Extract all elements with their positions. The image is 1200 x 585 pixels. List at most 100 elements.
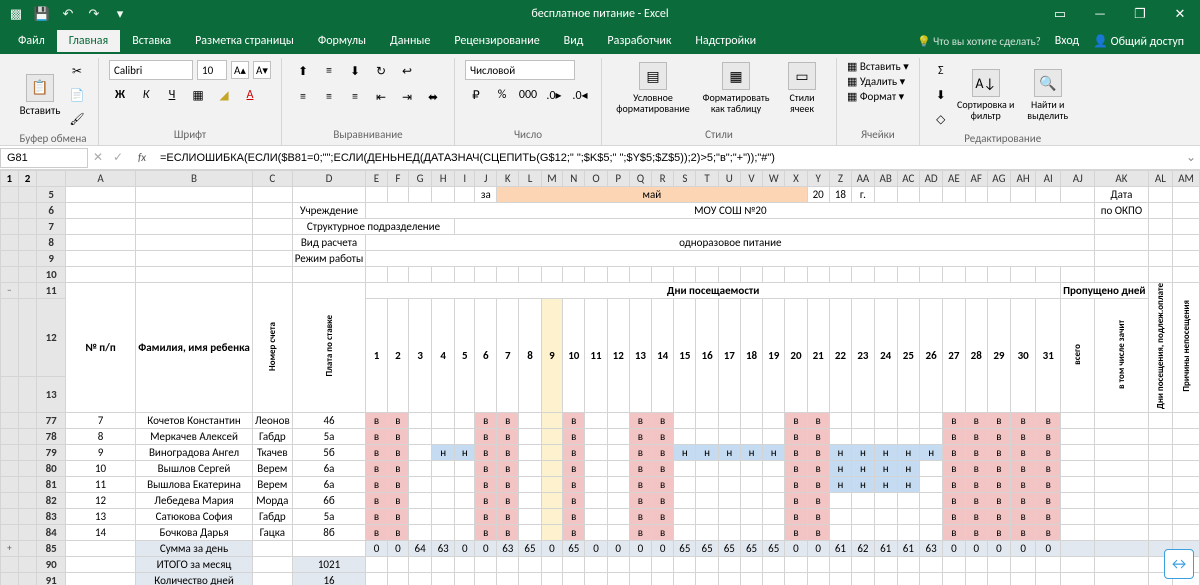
cell[interactable]: в: [1036, 493, 1061, 509]
cell[interactable]: 10: [65, 461, 135, 477]
cell[interactable]: 0: [1010, 541, 1035, 557]
cell[interactable]: [1148, 219, 1173, 235]
row-header[interactable]: 9: [37, 251, 65, 267]
cell[interactable]: [455, 509, 475, 525]
cell[interactable]: в: [1036, 461, 1061, 477]
cell[interactable]: в: [497, 477, 519, 493]
outline-toggle[interactable]: [1, 219, 19, 235]
cell[interactable]: [740, 509, 762, 525]
cell[interactable]: [1173, 251, 1200, 267]
col-header[interactable]: AB: [874, 171, 897, 187]
col-header[interactable]: B: [136, 171, 253, 187]
cancel-fx-icon[interactable]: ✕: [88, 150, 108, 165]
cell[interactable]: [497, 267, 519, 283]
outline-toggle[interactable]: [1, 235, 19, 251]
row-header[interactable]: 78: [37, 429, 65, 445]
redo-icon[interactable]: ↷: [84, 4, 104, 24]
italic-button[interactable]: К: [135, 84, 157, 106]
cell[interactable]: в: [475, 461, 497, 477]
cell[interactable]: [1148, 267, 1173, 283]
cell[interactable]: [1010, 267, 1035, 283]
cell[interactable]: [674, 573, 696, 585]
cell[interactable]: [674, 493, 696, 509]
cell[interactable]: [1173, 445, 1200, 461]
cell[interactable]: [965, 557, 987, 573]
cell[interactable]: 65: [718, 541, 740, 557]
cell[interactable]: [1148, 509, 1173, 525]
cell[interactable]: [541, 493, 563, 509]
cell[interactable]: [652, 573, 674, 585]
outline-toggle[interactable]: −: [1, 283, 19, 299]
cell[interactable]: в: [366, 477, 387, 493]
cell[interactable]: в: [785, 493, 807, 509]
cell[interactable]: в: [965, 525, 987, 541]
cell[interactable]: в: [965, 493, 987, 509]
cell[interactable]: [1061, 477, 1095, 493]
wrap-icon[interactable]: ↩: [396, 60, 418, 82]
row-header[interactable]: 84: [37, 525, 65, 541]
cell[interactable]: в: [965, 509, 987, 525]
cell[interactable]: в: [1010, 429, 1035, 445]
cell[interactable]: [1095, 461, 1148, 477]
col-header[interactable]: AE: [943, 171, 965, 187]
row-header[interactable]: 80: [37, 461, 65, 477]
align-left-icon[interactable]: ≡: [292, 86, 314, 108]
cell[interactable]: н: [432, 445, 455, 461]
number-format[interactable]: Числовой: [465, 60, 575, 80]
cell[interactable]: Морда: [252, 493, 292, 509]
cell[interactable]: в: [1010, 461, 1035, 477]
cell[interactable]: в: [387, 429, 408, 445]
cell[interactable]: Дата: [1095, 187, 1148, 203]
cell[interactable]: [409, 477, 432, 493]
cell[interactable]: [674, 509, 696, 525]
cell[interactable]: в: [1010, 445, 1035, 461]
cell[interactable]: в: [1036, 413, 1061, 429]
cell[interactable]: [696, 429, 718, 445]
teamviewer-icon[interactable]: ↔: [1164, 549, 1194, 579]
cell[interactable]: 6а: [292, 461, 366, 477]
cell[interactable]: [1148, 477, 1173, 493]
row-header[interactable]: 81: [37, 477, 65, 493]
align-right-icon[interactable]: ≡: [344, 86, 366, 108]
outline-toggle[interactable]: [1, 203, 19, 219]
cell[interactable]: в: [987, 477, 1010, 493]
cell[interactable]: в: [807, 429, 829, 445]
cell[interactable]: [696, 493, 718, 509]
outline-toggle[interactable]: [1, 477, 19, 493]
tab-addins[interactable]: Надстройки: [683, 30, 768, 52]
cell[interactable]: [292, 187, 366, 203]
cell[interactable]: [292, 541, 366, 557]
cell[interactable]: [252, 557, 292, 573]
col-header[interactable]: T: [696, 171, 718, 187]
cell[interactable]: 1021: [292, 557, 366, 573]
find-select-button[interactable]: 🔍Найти и выделить: [1020, 67, 1076, 123]
cell[interactable]: 0: [1036, 541, 1061, 557]
cell[interactable]: в: [563, 509, 585, 525]
cell[interactable]: Габдр: [252, 429, 292, 445]
outline-toggle[interactable]: [1, 445, 19, 461]
cell[interactable]: в: [497, 493, 519, 509]
cell[interactable]: [987, 187, 1010, 203]
cell[interactable]: н: [674, 445, 696, 461]
underline-button[interactable]: Ч: [161, 84, 183, 106]
cell[interactable]: [1148, 525, 1173, 541]
cell[interactable]: г.: [852, 187, 875, 203]
cell[interactable]: Структурное подразделение: [292, 219, 454, 235]
row-header[interactable]: 91: [37, 573, 65, 585]
cell[interactable]: 8б: [292, 525, 366, 541]
cell[interactable]: [519, 477, 541, 493]
cell[interactable]: [65, 203, 135, 219]
cell[interactable]: [252, 267, 292, 283]
cell[interactable]: [1061, 573, 1095, 585]
cell[interactable]: 6б: [292, 493, 366, 509]
cell[interactable]: н: [718, 445, 740, 461]
cell[interactable]: [696, 525, 718, 541]
cell[interactable]: в: [785, 461, 807, 477]
cell[interactable]: 62: [852, 541, 875, 557]
outline-2[interactable]: 2: [18, 171, 37, 187]
cell[interactable]: в: [475, 525, 497, 541]
cell[interactable]: [852, 557, 875, 573]
cell[interactable]: 16: [292, 573, 366, 585]
cell[interactable]: [455, 477, 475, 493]
cell[interactable]: [65, 557, 135, 573]
